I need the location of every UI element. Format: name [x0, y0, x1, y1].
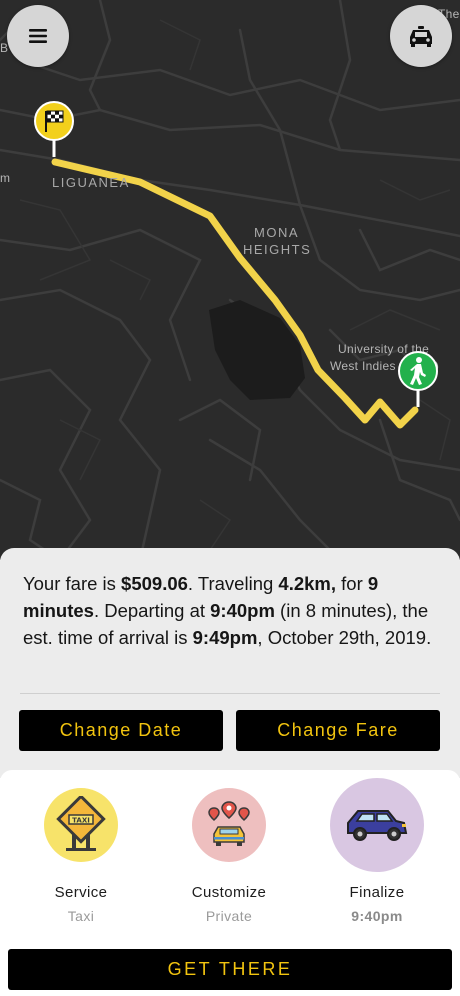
checkered-flag-icon	[34, 101, 74, 157]
step-label: Finalize	[349, 884, 405, 901]
step-label: Customize	[191, 884, 267, 901]
map-label-heights: HEIGHTS	[243, 242, 312, 257]
change-date-button[interactable]: Change Date	[19, 710, 223, 751]
menu-button[interactable]	[7, 5, 69, 67]
step-value: Taxi	[67, 908, 95, 924]
service-circle: TAXI	[44, 788, 118, 862]
fare-amount: $509.06	[121, 573, 188, 594]
car-pins-icon	[208, 801, 250, 846]
route-line	[51, 158, 419, 429]
taxi-icon	[410, 26, 432, 47]
park-area	[209, 300, 305, 400]
booking-steps: TAXI Service Taxi Customize Private Fina…	[0, 770, 460, 950]
car-icon	[347, 810, 408, 841]
arrival-time: 9:49pm	[192, 627, 258, 648]
divider	[20, 693, 440, 694]
get-there-button[interactable]: GET THERE	[8, 949, 452, 990]
svg-text:TAXI: TAXI	[72, 817, 90, 825]
fare-description: Your fare is $509.06. Traveling 4.2km, f…	[23, 573, 432, 648]
origin-pin[interactable]	[397, 351, 439, 409]
map-label-mona: MONA	[254, 225, 299, 240]
departure-time: 9:40pm	[210, 600, 275, 621]
destination-pin[interactable]	[33, 101, 75, 159]
map-streets	[0, 0, 460, 560]
customize-circle	[192, 788, 266, 862]
map-label-liguanea: LIGUANEA	[52, 175, 130, 190]
taxi-button[interactable]	[390, 5, 452, 67]
trip-distance: 4.2km,	[278, 573, 337, 594]
map-view[interactable]: LIGUANEA MONA HEIGHTS University of the …	[0, 0, 460, 560]
step-label: Service	[54, 884, 108, 901]
map-label-edge-m: m	[0, 171, 11, 185]
fare-summary-panel: Your fare is $509.06. Traveling 4.2km, f…	[0, 548, 460, 778]
change-fare-button[interactable]: Change Fare	[236, 710, 440, 751]
hamburger-icon	[29, 29, 47, 43]
finalize-circle	[330, 778, 424, 872]
step-value: 9:40pm	[351, 908, 403, 924]
taxi-sign-icon: TAXI	[56, 796, 106, 851]
walking-person-icon	[398, 351, 438, 407]
step-value: Private	[205, 908, 253, 924]
